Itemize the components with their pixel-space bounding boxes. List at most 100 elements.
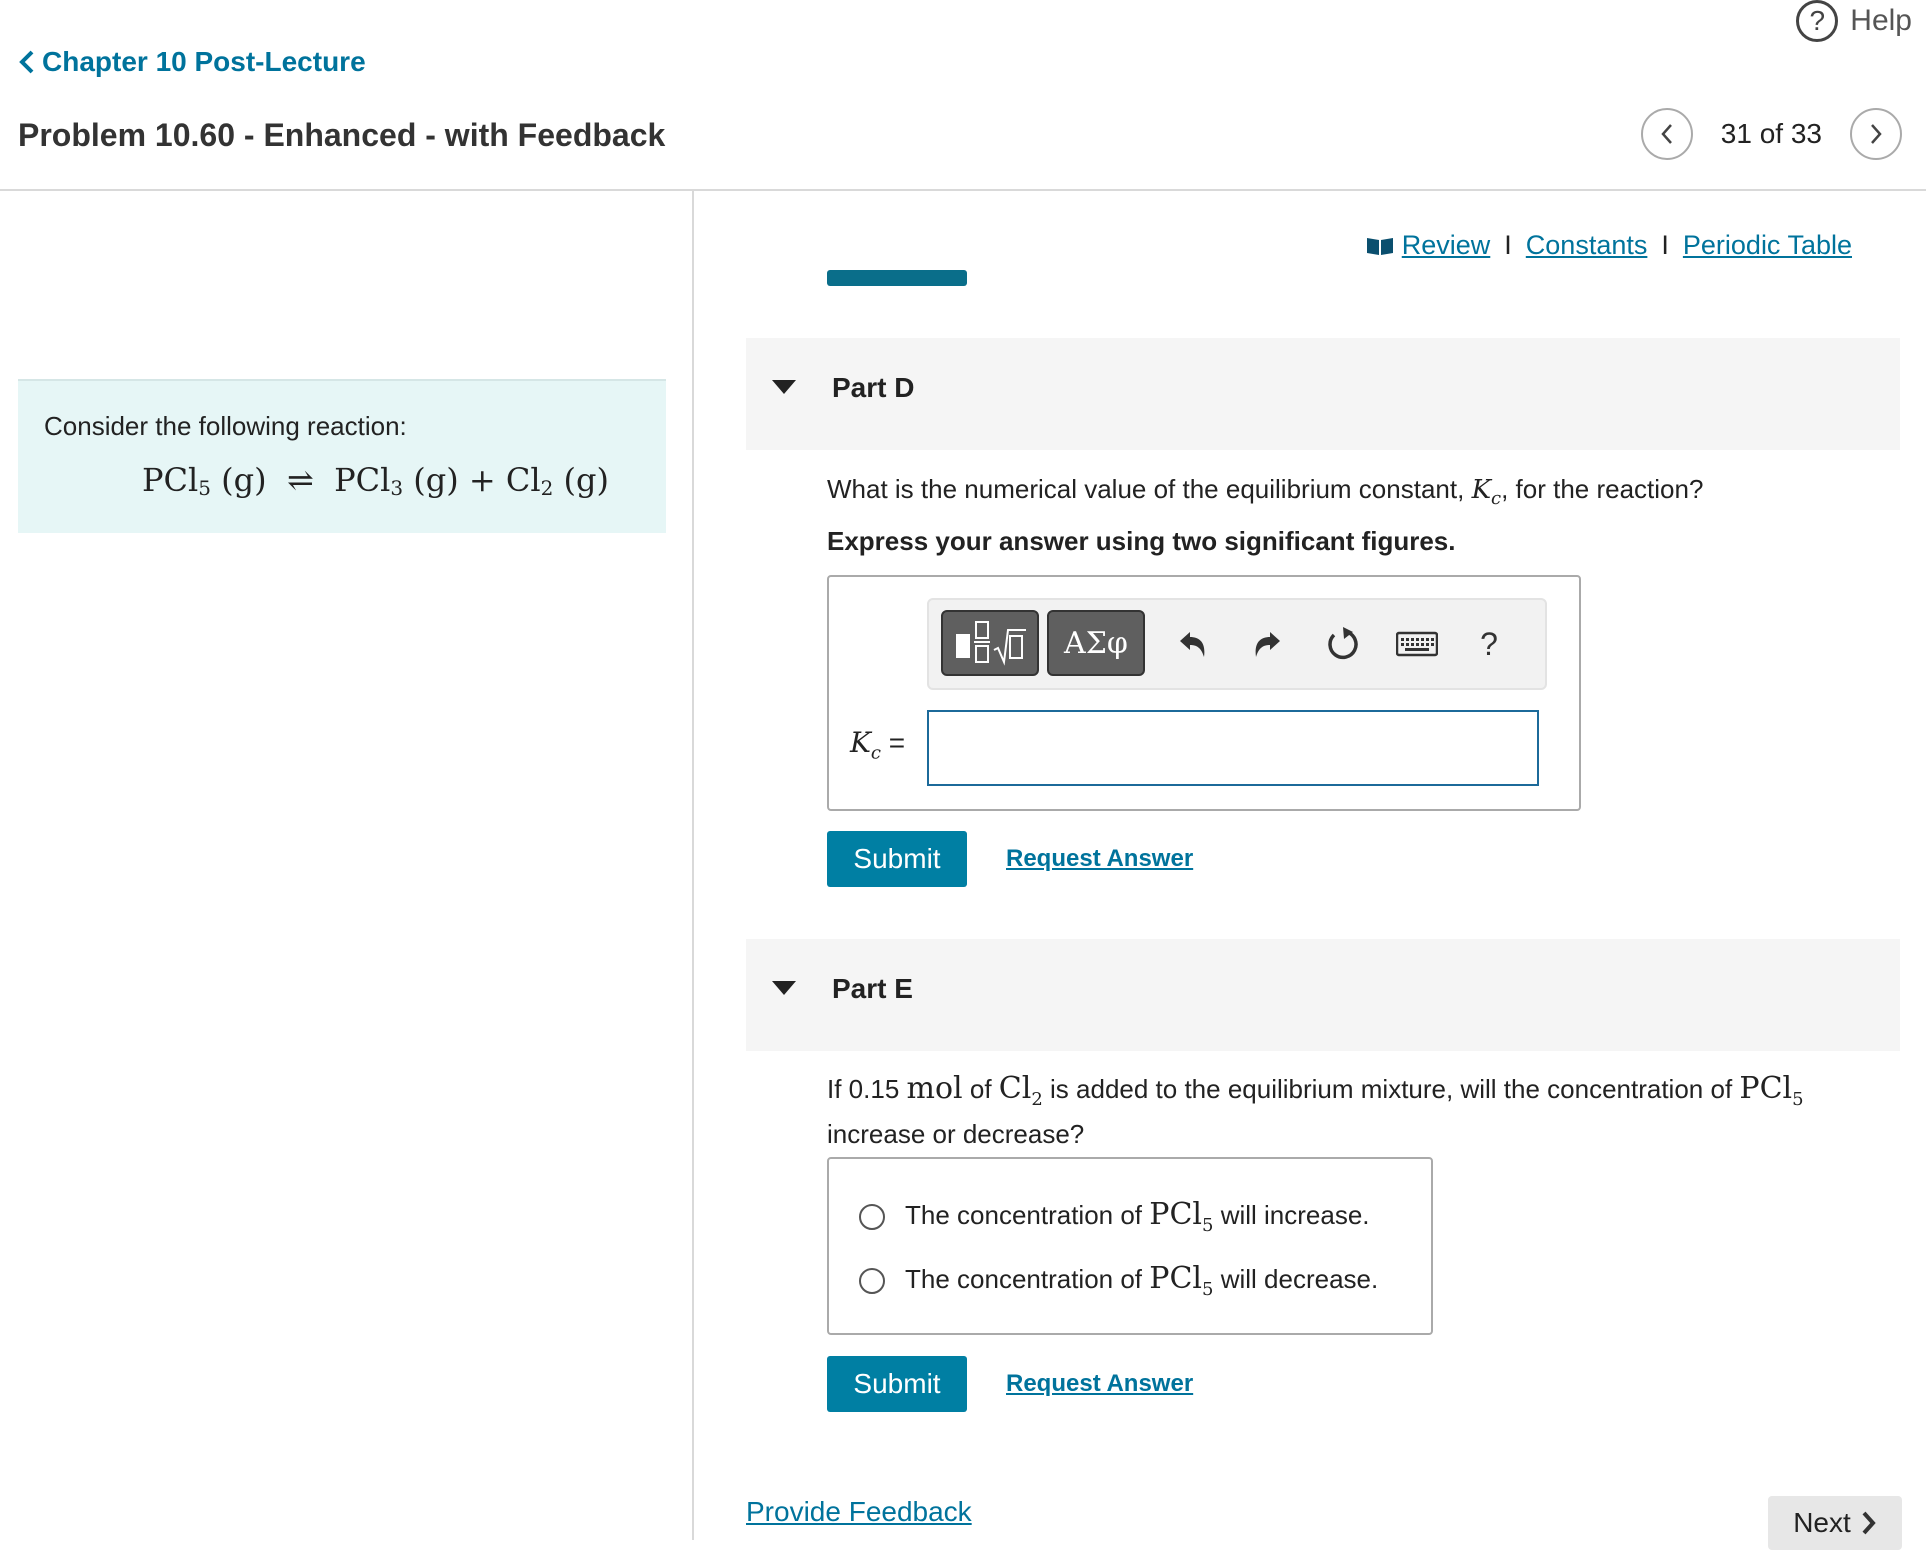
plus-sign: +	[468, 461, 496, 499]
choice-species: PCl5	[1149, 1197, 1213, 1236]
lhs-sub: 5	[198, 476, 211, 500]
lhs-species: PCl5	[142, 461, 211, 500]
choice-text: The concentration of PCl5 will decrease.	[905, 1261, 1378, 1300]
question-text: What is the numerical value of the equil…	[827, 474, 1465, 504]
part-d-header[interactable]: Part D	[746, 338, 1900, 450]
choice-post: will increase.	[1220, 1200, 1370, 1230]
choice-species-sub: 5	[1202, 1215, 1214, 1236]
choice-species-base: PCl	[1149, 1261, 1203, 1296]
panel-divider	[692, 190, 694, 1540]
next-button[interactable]: Next	[1768, 1496, 1902, 1550]
part-d-instruction: Express your answer using two significan…	[827, 526, 1456, 556]
part-e-request-answer-link[interactable]: Request Answer	[1006, 1370, 1193, 1398]
periodic-table-link[interactable]: Periodic Table	[1683, 230, 1852, 261]
fraction-sqrt-templates-icon	[956, 621, 1026, 666]
choice-pre: The concentration of	[905, 1264, 1143, 1294]
kc-label-sub: c	[870, 742, 882, 764]
rhs2-state: (g)	[563, 461, 609, 499]
part-d-label: Part D	[832, 372, 915, 403]
templates-button[interactable]	[941, 610, 1039, 676]
q-target: PCl5	[1739, 1071, 1803, 1111]
part-d-submit-button[interactable]: Submit	[827, 831, 967, 887]
symbols-button[interactable]: ΑΣφ	[1047, 610, 1145, 676]
reset-icon	[1328, 627, 1358, 660]
collapse-triangle-icon	[772, 981, 796, 995]
rhs1-species: PCl3	[334, 461, 404, 500]
kc-label-symbol: Kc	[850, 726, 881, 764]
part-d-request-answer-link[interactable]: Request Answer	[1006, 845, 1193, 873]
rhs2-species: Cl2	[505, 461, 554, 500]
link-separator: I	[1661, 230, 1669, 260]
reset-button[interactable]	[1315, 616, 1371, 672]
part-e-header[interactable]: Part E	[746, 939, 1900, 1051]
math-toolbar: ΑΣφ ?	[927, 598, 1547, 690]
rhs2-base: Cl	[505, 461, 541, 499]
help-icon: ?	[1796, 0, 1839, 42]
q-unit: mol	[906, 1071, 963, 1106]
q-prefix: If 0.15	[827, 1074, 900, 1104]
keyboard-icon	[1396, 631, 1438, 657]
part-e-question: If 0.15 mol of Cl2 is added to the equil…	[827, 1072, 1907, 1151]
reaction-equation: PCl5 (g) ⇌ PCl3 (g) + Cl2 (g)	[142, 461, 609, 500]
keyboard-button[interactable]	[1389, 616, 1445, 672]
resource-links: Review I Constants I Periodic Table	[1366, 230, 1852, 261]
chevron-right-icon	[1871, 124, 1882, 144]
radio-button[interactable]	[859, 1203, 885, 1230]
choice-decrease[interactable]: The concentration of PCl5 will decrease.	[859, 1261, 1378, 1300]
kc-symbol: Kc	[1471, 475, 1502, 509]
problem-pager: 31 of 33	[1640, 108, 1902, 160]
review-label: Review	[1401, 230, 1491, 260]
redo-icon	[1255, 632, 1280, 657]
rhs1-base: PCl	[334, 461, 391, 499]
chevron-right-icon	[1862, 1511, 1876, 1535]
kc-answer-input[interactable]	[927, 710, 1539, 786]
toolbar-help-button[interactable]: ?	[1461, 616, 1517, 672]
part-e-submit-button[interactable]: Submit	[827, 1356, 967, 1412]
provide-feedback-link[interactable]: Provide Feedback	[746, 1496, 972, 1528]
q-mid1: of	[969, 1074, 992, 1104]
pager-text: 31 of 33	[1720, 118, 1822, 149]
collapse-triangle-icon	[772, 380, 796, 394]
undo-button[interactable]	[1165, 616, 1221, 672]
q-species-base: Cl	[998, 1071, 1032, 1106]
link-separator: I	[1504, 230, 1512, 260]
equilibrium-arrow: ⇌	[286, 461, 314, 499]
choice-species-base: PCl	[1149, 1197, 1203, 1232]
choice-list: The concentration of PCl5 will increase.…	[827, 1157, 1433, 1335]
kc-base: K	[1471, 475, 1491, 505]
q-species-sub: 2	[1031, 1089, 1043, 1110]
q-target-sub: 5	[1792, 1089, 1804, 1110]
rhs1-state: (g)	[413, 461, 459, 499]
choice-post: will decrease.	[1220, 1264, 1379, 1294]
book-icon	[1366, 237, 1393, 255]
header-divider	[0, 189, 1926, 191]
q-species: Cl2	[998, 1071, 1043, 1111]
reaction-panel: Consider the following reaction: PCl5 (g…	[18, 379, 666, 533]
collapsed-part-indicator	[827, 270, 967, 286]
kc-input-label: Kc =	[850, 726, 905, 764]
chevron-left-icon	[19, 50, 34, 74]
redo-button[interactable]	[1239, 616, 1295, 672]
next-label: Next	[1793, 1507, 1851, 1538]
review-link[interactable]: Review	[1366, 230, 1491, 261]
next-problem-button[interactable]	[1850, 108, 1902, 160]
chevron-left-icon	[1661, 124, 1672, 144]
choice-text: The concentration of PCl5 will increase.	[905, 1197, 1370, 1236]
previous-problem-button[interactable]	[1640, 108, 1693, 160]
constants-link[interactable]: Constants	[1526, 230, 1648, 261]
part-d-question: What is the numerical value of the equil…	[827, 474, 1703, 509]
part-e-label: Part E	[832, 973, 913, 1004]
help-link[interactable]: ? Help	[1796, 0, 1912, 42]
rhs1-sub: 3	[390, 476, 404, 500]
kc-label-base: K	[850, 726, 871, 759]
q-target-base: PCl	[1739, 1071, 1793, 1106]
back-to-assignment-link[interactable]: Chapter 10 Post-Lecture	[18, 46, 366, 78]
lhs-base: PCl	[142, 461, 199, 499]
lhs-state: (g)	[221, 461, 267, 499]
radio-button[interactable]	[859, 1267, 885, 1294]
page-title: Problem 10.60 - Enhanced - with Feedback	[18, 117, 666, 153]
choice-species-sub: 5	[1202, 1279, 1214, 1300]
choice-increase[interactable]: The concentration of PCl5 will increase.	[859, 1197, 1370, 1236]
undo-icon	[1180, 632, 1205, 657]
rhs2-sub: 2	[540, 476, 554, 500]
